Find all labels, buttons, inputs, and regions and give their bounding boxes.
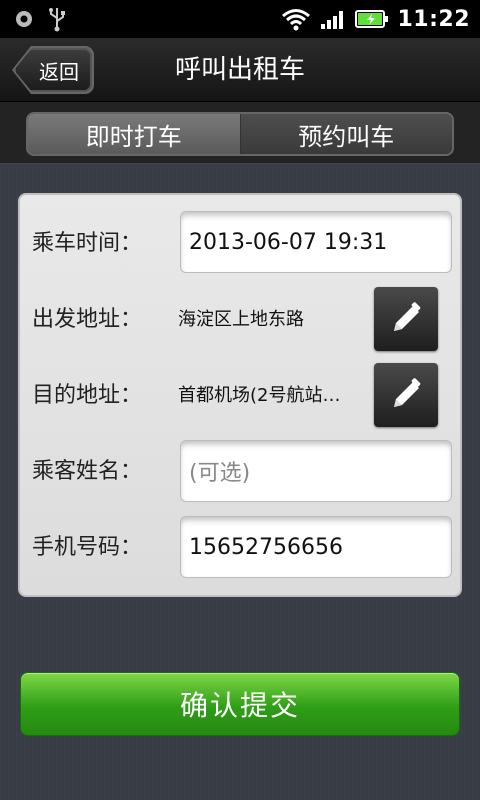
battery-charging-icon bbox=[355, 8, 389, 30]
passenger-name-label: 乘客姓名： bbox=[32, 459, 143, 484]
status-bar: 11:22 bbox=[0, 0, 480, 38]
signal-icon bbox=[319, 7, 347, 31]
destination-value: 首都机场(2号航站… bbox=[178, 385, 341, 406]
pencil-icon bbox=[386, 375, 426, 415]
phone-input[interactable]: 15652756656 bbox=[180, 516, 452, 578]
destination-label: 目的地址： bbox=[32, 383, 143, 408]
status-time: 11:22 bbox=[397, 6, 470, 32]
tab-instant[interactable]: 即时打车 bbox=[28, 114, 241, 154]
segmented-control: 即时打车 预约叫车 bbox=[26, 112, 454, 156]
pencil-icon bbox=[386, 299, 426, 339]
tab-bar: 即时打车 预约叫车 bbox=[0, 102, 480, 164]
order-form: 乘车时间： 2013-06-07 19:31 出发地址： 海淀区上地东路 目的地… bbox=[18, 193, 462, 597]
wifi-icon bbox=[281, 7, 311, 31]
content-area: 乘车时间： 2013-06-07 19:31 出发地址： 海淀区上地东路 目的地… bbox=[0, 165, 480, 800]
departure-value: 海淀区上地东路 bbox=[178, 309, 304, 330]
tab-reserve[interactable]: 预约叫车 bbox=[240, 114, 452, 154]
departure-label: 出发地址： bbox=[32, 307, 143, 332]
edit-destination-button[interactable] bbox=[374, 363, 438, 427]
header: 返回 bbox=[0, 38, 480, 102]
circle-status-icon bbox=[14, 9, 34, 29]
edit-departure-button[interactable] bbox=[374, 287, 438, 351]
phone-label: 手机号码： bbox=[32, 535, 143, 560]
usb-icon bbox=[48, 6, 66, 32]
ride-time-label: 乘车时间： bbox=[32, 231, 143, 256]
ride-time-field[interactable]: 2013-06-07 19:31 bbox=[180, 211, 452, 273]
submit-button[interactable]: 确认提交 bbox=[20, 672, 460, 736]
passenger-name-input[interactable]: (可选) bbox=[180, 440, 452, 502]
